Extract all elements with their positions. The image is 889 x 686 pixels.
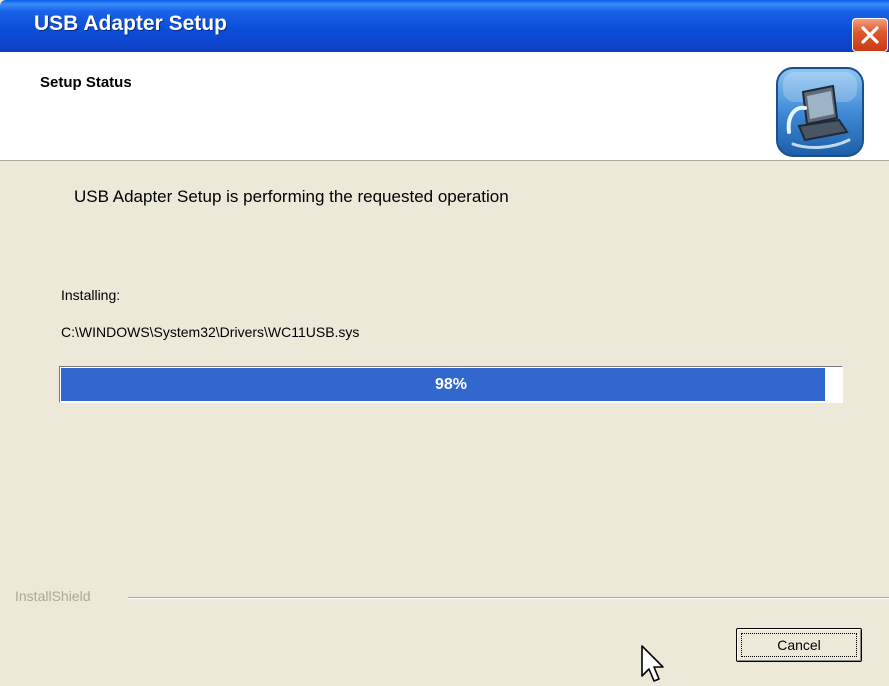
- close-icon: [861, 26, 879, 44]
- mouse-cursor-icon: [641, 645, 664, 682]
- progress-percent: 98%: [434, 376, 468, 393]
- installing-label: Installing:: [61, 287, 121, 303]
- progress-bar: 98%: [59, 366, 843, 403]
- cancel-button-label: Cancel: [777, 637, 821, 653]
- file-path: C:\WINDOWS\System32\Drivers\WC11USB.sys: [61, 324, 360, 340]
- setup-dialog: USB Adapter Setup Setup Status USB Adapt…: [0, 0, 889, 686]
- close-button[interactable]: [852, 18, 888, 52]
- divider: [128, 597, 889, 599]
- page-title: Setup Status: [40, 74, 132, 91]
- header-panel: Setup Status: [0, 52, 889, 161]
- brand-label: InstallShield: [15, 588, 91, 604]
- cancel-button[interactable]: Cancel: [736, 628, 862, 662]
- window-title: USB Adapter Setup: [34, 12, 227, 35]
- title-bar[interactable]: USB Adapter Setup: [0, 0, 889, 52]
- status-message: USB Adapter Setup is performing the requ…: [74, 187, 509, 206]
- installer-computer-icon: [776, 67, 864, 157]
